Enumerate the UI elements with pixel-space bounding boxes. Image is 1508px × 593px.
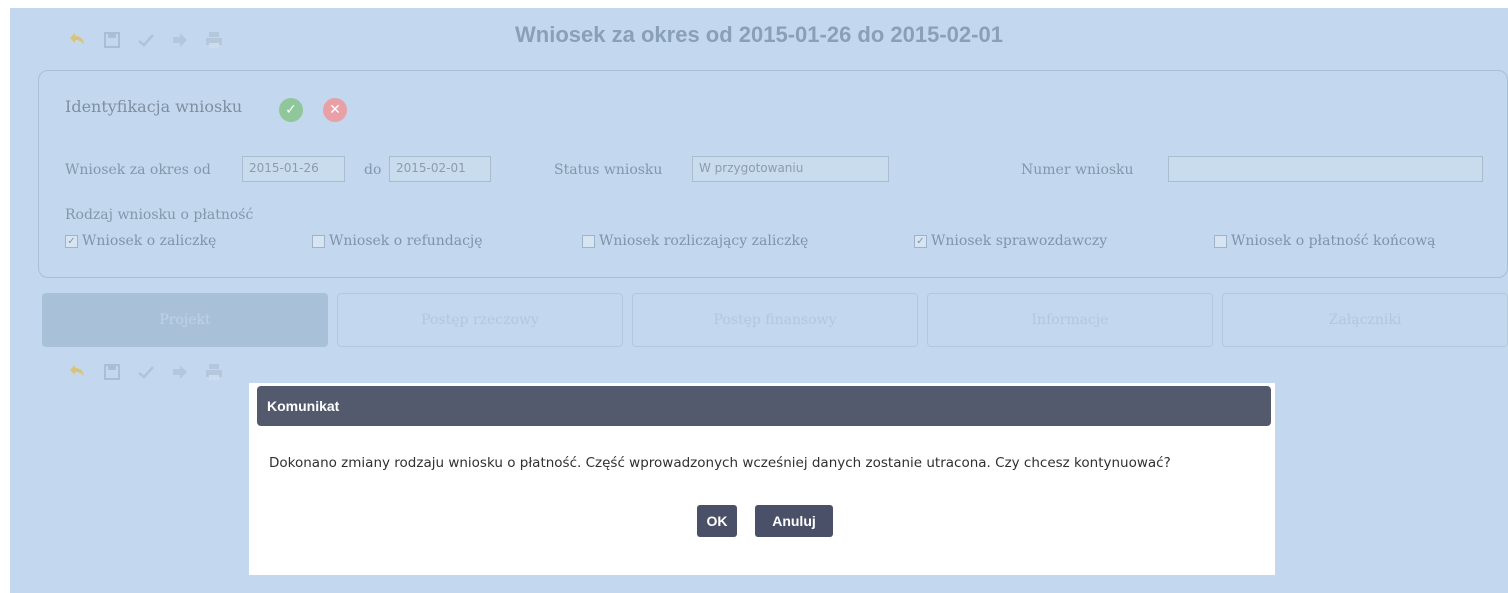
type-checkbox-advance[interactable]: ✓ Wniosek o zaliczkę	[65, 233, 216, 249]
period-to-label: do	[364, 162, 382, 178]
status-field: W przygotowaniu	[692, 156, 889, 182]
type-checkbox-final[interactable]: Wniosek o płatność końcową	[1214, 233, 1436, 249]
page-title: Wniosek za okres od 2015-01-26 do 2015-0…	[515, 22, 1003, 47]
dialog-message: Dokonano zmiany rodzaju wniosku o płatno…	[269, 455, 1171, 471]
message-dialog: Komunikat Dokonano zmiany rodzaju wniosk…	[249, 383, 1275, 575]
period-to-field[interactable]: 2015-02-01	[389, 156, 491, 182]
number-field[interactable]	[1168, 156, 1483, 182]
period-from-label: Wniosek za okres od	[65, 162, 211, 178]
cancel-button[interactable]: Anuluj	[755, 505, 833, 537]
checkbox-checked-icon[interactable]: ✓	[65, 234, 78, 248]
status-label: Status wniosku	[554, 162, 663, 178]
type-checkbox-settlement[interactable]: Wniosek rozliczający zaliczkę	[582, 233, 808, 249]
checkbox-icon[interactable]	[312, 234, 325, 248]
period-from-field[interactable]: 2015-01-26	[242, 156, 345, 182]
type-checkbox-label: Wniosek sprawozdawczy	[931, 233, 1108, 249]
forward-icon[interactable]	[170, 362, 190, 382]
print-icon[interactable]	[204, 362, 224, 382]
identification-panel: Identyfikacja wniosku ✓ ✕ Wniosek za okr…	[38, 70, 1508, 278]
type-checkbox-label: Wniosek o płatność końcową	[1231, 233, 1436, 249]
checkbox-icon[interactable]	[1214, 234, 1227, 248]
tab-postep-rzeczowy[interactable]: Postęp rzeczowy	[337, 293, 623, 347]
dialog-title: Komunikat	[257, 386, 1271, 426]
type-label: Rodzaj wniosku o płatność	[65, 207, 254, 223]
confirm-icon[interactable]: ✓	[279, 98, 303, 122]
checkbox-icon[interactable]	[582, 234, 595, 248]
type-checkbox-label: Wniosek rozliczający zaliczkę	[599, 233, 809, 249]
type-checkbox-refund[interactable]: Wniosek o refundację	[312, 233, 483, 249]
section-title: Identyfikacja wniosku	[65, 97, 243, 116]
type-checkbox-report[interactable]: ✓ Wniosek sprawozdawczy	[914, 233, 1107, 249]
save-icon[interactable]	[102, 362, 122, 382]
tab-zalaczniki[interactable]: Załączniki	[1222, 293, 1508, 347]
checkbox-checked-icon[interactable]: ✓	[914, 234, 927, 248]
tab-postep-finansowy[interactable]: Postęp finansowy	[632, 293, 918, 347]
cancel-icon[interactable]: ✕	[323, 98, 347, 122]
check-icon[interactable]	[136, 362, 156, 382]
type-checkbox-label: Wniosek o refundację	[329, 233, 483, 249]
undo-icon[interactable]	[68, 362, 88, 382]
tab-informacje[interactable]: Informacje	[927, 293, 1213, 347]
section-toolbar	[68, 362, 224, 382]
ok-button[interactable]: OK	[697, 505, 737, 537]
number-label: Numer wniosku	[1021, 162, 1134, 178]
tab-projekt[interactable]: Projekt	[42, 293, 328, 347]
tab-bar: Projekt Postęp rzeczowy Postęp finansowy…	[42, 293, 1508, 347]
type-checkbox-label: Wniosek o zaliczkę	[82, 233, 217, 249]
